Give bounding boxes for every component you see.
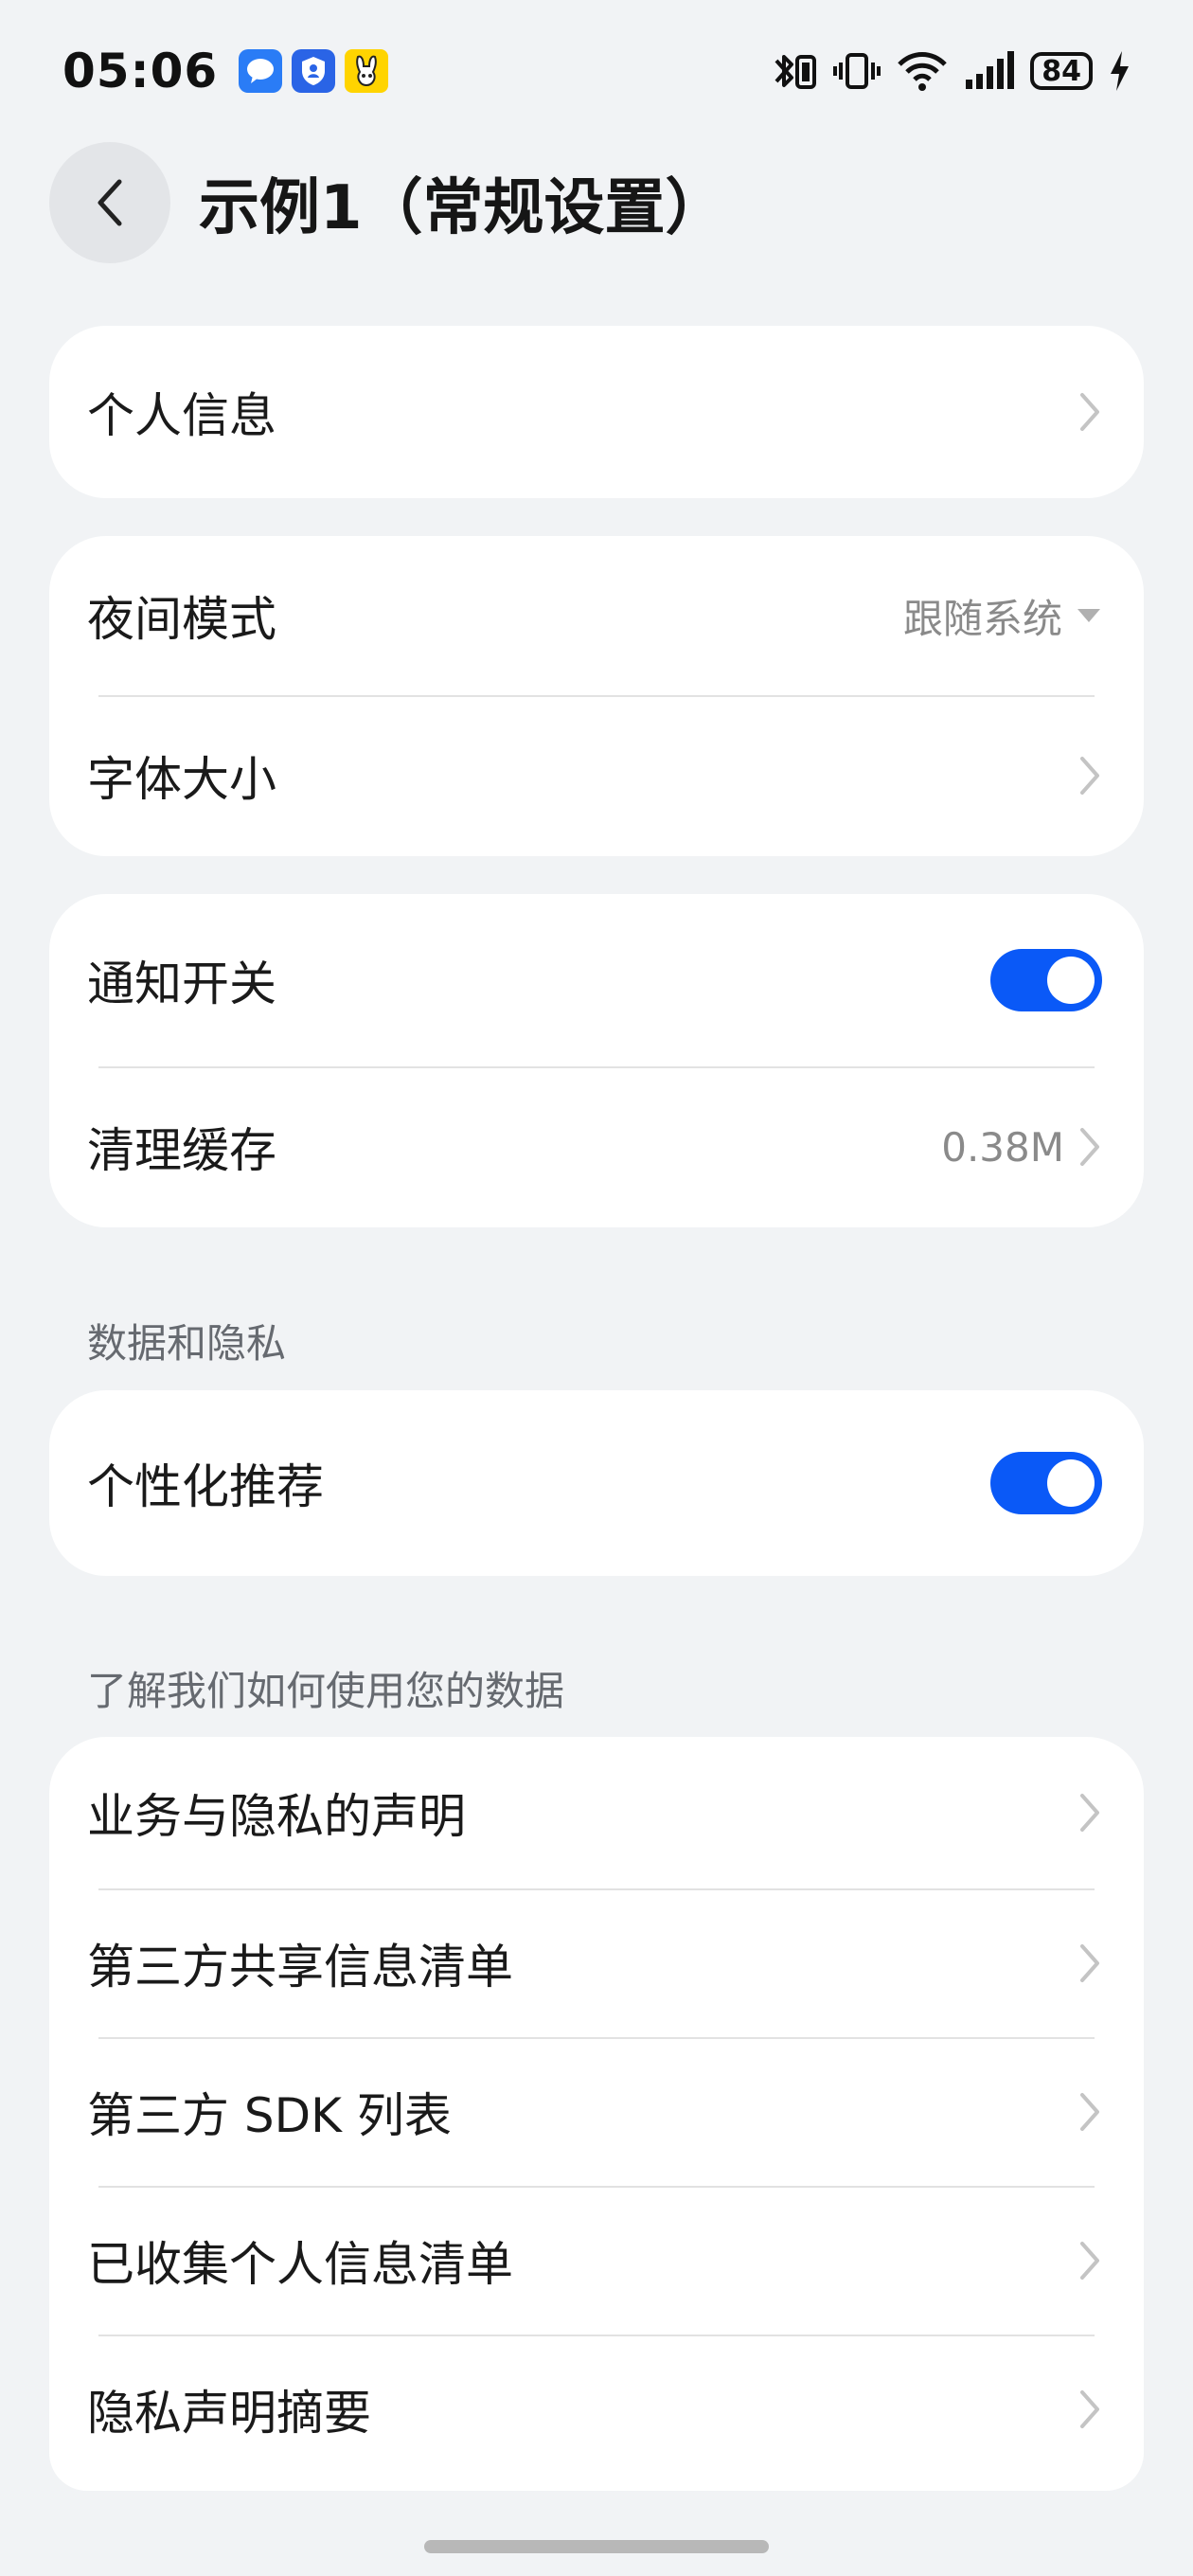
settings-page: 05:06 84 示例1（常规设置） 个人信息 夜间模式 跟随系统 字体大小 通… <box>0 0 1193 2576</box>
wifi-icon <box>898 52 948 91</box>
clear-cache-item[interactable]: 清理缓存 0.38M <box>49 1066 1144 1227</box>
shield-app-icon <box>292 49 336 93</box>
chat-app-icon <box>239 49 283 93</box>
display-card: 夜间模式 跟随系统 字体大小 <box>49 536 1144 856</box>
signal-icon <box>966 51 1015 89</box>
personal-info-item[interactable]: 个人信息 <box>49 326 1144 498</box>
status-indicators: 84 <box>771 49 1131 93</box>
toggle-knob <box>1047 1459 1095 1507</box>
item-label: 字体大小 <box>87 752 276 807</box>
item-label: 第三方 SDK 列表 <box>87 2087 452 2143</box>
personalized-recommendation-toggle[interactable] <box>990 1452 1102 1514</box>
page-title: 示例1（常规设置） <box>199 173 726 243</box>
home-indicator[interactable] <box>424 2540 769 2553</box>
chevron-right-icon <box>1080 757 1099 795</box>
section-title-privacy: 数据和隐私 <box>87 1320 287 1367</box>
item-label: 通知开关 <box>87 957 276 1011</box>
item-label: 第三方共享信息清单 <box>87 1939 513 1995</box>
privacy-statement-summary-item[interactable]: 隐私声明摘要 <box>49 2334 1144 2483</box>
chevron-right-icon <box>1080 393 1099 431</box>
divider <box>98 1888 1095 1890</box>
divider <box>98 2186 1095 2188</box>
chevron-right-icon <box>1080 2092 1099 2131</box>
battery-icon: 84 <box>1030 52 1093 90</box>
bluetooth-icon <box>775 55 817 89</box>
general-card: 通知开关 清理缓存 0.38M <box>49 894 1144 1227</box>
chevron-right-icon <box>1080 1128 1099 1166</box>
item-label: 个人信息 <box>87 388 276 443</box>
notification-switch-item: 通知开关 <box>49 894 1144 1066</box>
status-app-icons <box>239 49 389 93</box>
battery-level: 84 <box>1042 54 1081 88</box>
back-button[interactable] <box>49 142 170 263</box>
cache-size-value: 0.38M <box>941 1123 1064 1171</box>
third-party-sdk-list-item[interactable]: 第三方 SDK 列表 <box>49 2037 1144 2186</box>
yellow-app-icon <box>345 49 389 93</box>
notification-toggle[interactable] <box>990 949 1102 1011</box>
status-time: 05:06 <box>62 44 219 98</box>
night-mode-value: 跟随系统 <box>902 595 1062 642</box>
personal-card: 个人信息 <box>49 326 1144 498</box>
item-label: 已收集个人信息清单 <box>87 2236 513 2292</box>
divider <box>98 2037 1095 2039</box>
divider <box>98 695 1095 697</box>
divider <box>98 2334 1095 2336</box>
chevron-left-icon <box>98 179 122 226</box>
section-title-data-usage: 了解我们如何使用您的数据 <box>87 1668 565 1714</box>
business-privacy-statement-item[interactable]: 业务与隐私的声明 <box>49 1737 1144 1888</box>
vibrate-icon <box>833 53 881 89</box>
font-size-item[interactable]: 字体大小 <box>49 695 1144 856</box>
toggle-knob <box>1047 957 1095 1004</box>
chevron-right-icon <box>1080 2241 1099 2280</box>
item-label: 个性化推荐 <box>87 1459 324 1514</box>
night-mode-item[interactable]: 夜间模式 跟随系统 <box>49 536 1144 695</box>
data-usage-card: 业务与隐私的声明 第三方共享信息清单 第三方 SDK 列表 已收集个人信息清单 <box>49 1737 1144 2491</box>
chevron-right-icon <box>1080 1943 1099 1982</box>
header: 示例1（常规设置） <box>49 142 1148 263</box>
item-label: 隐私声明摘要 <box>87 2385 371 2441</box>
chevron-right-icon <box>1080 1794 1099 1832</box>
item-label: 清理缓存 <box>87 1123 276 1178</box>
personalized-recommendation-item: 个性化推荐 <box>49 1390 1144 1576</box>
status-bar: 05:06 84 <box>0 0 1193 142</box>
item-label: 业务与隐私的声明 <box>87 1789 466 1844</box>
divider <box>98 1066 1095 1068</box>
privacy-card: 个性化推荐 <box>49 1390 1144 1576</box>
chevron-right-icon <box>1080 2389 1099 2428</box>
item-label: 夜间模式 <box>87 592 276 647</box>
charging-icon <box>1111 51 1129 91</box>
collected-personal-info-list-item[interactable]: 已收集个人信息清单 <box>49 2186 1144 2334</box>
dropdown-arrow-icon <box>1077 609 1100 622</box>
third-party-sharing-list-item[interactable]: 第三方共享信息清单 <box>49 1888 1144 2037</box>
